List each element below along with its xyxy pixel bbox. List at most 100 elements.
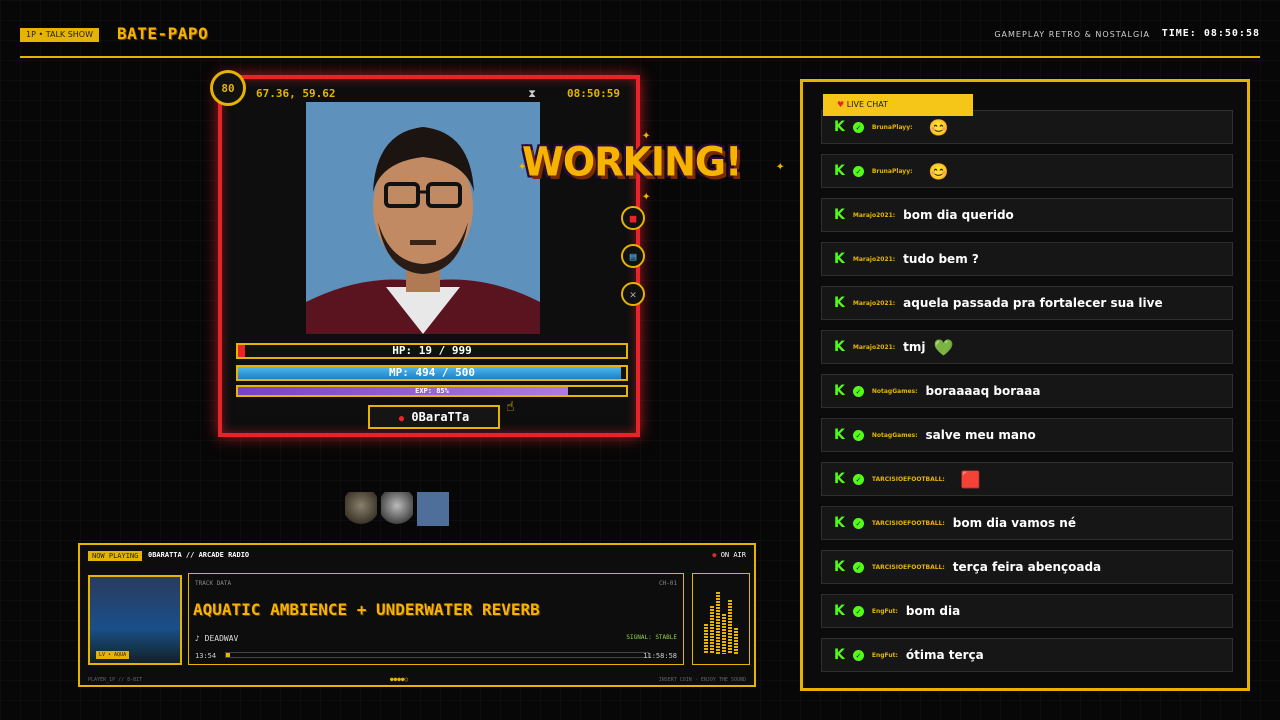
chat-text: bom dia vamos né — [952, 516, 1076, 530]
mp-label: MP: 494 / 500 — [388, 366, 476, 379]
channel-label: CH-01 — [658, 580, 677, 587]
chat-text: tmj — [903, 340, 926, 354]
chat-username: Marajo2021: — [852, 299, 896, 307]
verified-check-icon: ✓ — [852, 561, 864, 573]
kick-icon: K — [834, 647, 845, 663]
sparkle-icon: ✦ — [642, 127, 651, 143]
kick-icon: K — [834, 339, 845, 355]
avatar-portrait — [306, 102, 540, 334]
chat-text: ótima terça — [905, 648, 984, 662]
radio-title: 0BARATTA // ARCADE RADIO — [148, 551, 250, 559]
total-time: 11:58:58 — [643, 652, 677, 660]
kick-icon: K — [834, 251, 845, 267]
chat-message: K ✓ NotagGames: salve meu mano — [821, 418, 1233, 452]
chat-username: NotagGames: — [871, 387, 918, 395]
kick-icon: K — [834, 515, 845, 531]
footer-dots: ●●●●○ — [390, 676, 409, 683]
now-playing-tag: NOW PLAYING — [88, 551, 143, 561]
player-name: 0BaraTTa — [411, 410, 470, 424]
lock-icon[interactable]: ■ — [621, 206, 645, 230]
sparkle-icon: ✦ — [776, 158, 785, 174]
album-label: LV • AQUA — [96, 651, 130, 659]
kick-icon: K — [834, 207, 845, 223]
exp-label: EXP: 85% — [415, 387, 449, 395]
player-card: 80 67.36, 59.62 ⧗ 08:50:59 HP: 19 / 999 … — [210, 70, 640, 437]
signal-status: SIGNAL: STABLE — [626, 634, 677, 641]
chat-username: EngFut: — [871, 607, 898, 615]
verified-check-icon: ✓ — [852, 121, 864, 133]
kick-icon: K — [834, 427, 845, 443]
kick-icon: K — [834, 559, 845, 575]
artist: ♪ DEADWAV — [195, 634, 239, 643]
level-badge: 80 — [210, 70, 246, 106]
chat-text: salve meu mano — [925, 428, 1036, 442]
pointer-hand-icon: ☝ — [506, 399, 515, 415]
chat-text: terça feira abençoada — [952, 560, 1102, 574]
exp-bar: EXP: 85% — [236, 385, 628, 397]
chat-message: K Marajo2021: bom dia querido — [821, 198, 1233, 232]
verified-check-icon: ✓ — [852, 517, 864, 529]
verified-check-icon: ✓ — [852, 605, 864, 617]
music-player: NOW PLAYING 0BARATTA // ARCADE RADIO ● O… — [78, 543, 756, 687]
verified-check-icon: ✓ — [852, 649, 864, 661]
progress-bar[interactable] — [225, 652, 649, 658]
kick-icon: K — [834, 295, 845, 311]
record-dot-icon: ● — [712, 551, 721, 559]
footer-left: PLAYER_1P // 8-BIT — [88, 677, 143, 683]
chat-username: TARCISIOEFOOTBALL: — [871, 563, 945, 571]
chat-emoji: 🟥 — [960, 469, 981, 489]
track-box: TRACK DATA CH-01 AQUATIC AMBIENCE + UNDE… — [188, 573, 684, 665]
chat-username: BrunaPlayy: — [871, 167, 913, 175]
track-title: AQUATIC AMBIENCE + UNDERWATER REVERB — [193, 600, 540, 619]
live-chat-panel: K ✓ BrunaPlayy: 😊 K ✓ BrunaPlayy: 😊 K Marajo2021:… — [800, 79, 1250, 691]
verified-check-icon: ✓ — [852, 473, 864, 485]
chat-text: bom dia querido — [903, 208, 1014, 222]
close-icon[interactable]: ✕ — [621, 282, 645, 306]
show-subtitle: GAMEPLAY RETRO & NOSTALGIA — [994, 30, 1150, 39]
live-chat-label: LIVE CHAT — [846, 100, 888, 109]
chat-message: K ✓ TARCISIOEFOOTBALL: 🟥 — [821, 462, 1233, 496]
chat-message: K ✓ NotagGames: boraaaaq boraaa — [821, 374, 1233, 408]
record-dot-icon: ● — [398, 414, 405, 424]
chat-text: boraaaaq boraaa — [925, 384, 1041, 398]
album-art: LV • AQUA — [88, 575, 182, 665]
chat-username: BrunaPlayy: — [871, 123, 913, 131]
top-bar: 1P • TALK SHOW BATE-PAPO GAMEPLAY RETRO … — [20, 22, 1260, 58]
avatar — [381, 492, 413, 526]
coordinates: 67.36, 59.62 — [256, 87, 336, 100]
player-name-button[interactable]: ● 0BaraTTa — [368, 405, 500, 429]
chat-text: aquela passada pra fortalecer sua live — [903, 296, 1163, 310]
chat-username: TARCISIOEFOOTBALL: — [871, 475, 945, 483]
kick-icon: K — [834, 119, 845, 135]
sparkle-icon: ✦ — [518, 158, 527, 174]
on-air-label: ON AIR — [720, 551, 746, 559]
chat-message: K ✓ EngFut: ótima terça — [821, 638, 1233, 672]
live-chat-tab[interactable]: ♥ LIVE CHAT — [823, 94, 973, 116]
chat-username: Marajo2021: — [852, 211, 896, 219]
elapsed-time: 13:54 — [195, 652, 217, 660]
avatar — [345, 492, 377, 526]
chat-text: bom dia — [905, 604, 961, 618]
book-icon[interactable]: ▤ — [621, 244, 645, 268]
progress-fill — [226, 653, 231, 657]
hp-label: HP: 19 / 999 — [392, 344, 472, 357]
kick-icon: K — [834, 471, 845, 487]
chat-username: Marajo2021: — [852, 343, 896, 351]
verified-check-icon: ✓ — [852, 385, 864, 397]
working-badge: WORKING! — [522, 138, 742, 186]
avatar — [417, 492, 449, 526]
chat-emoji: 😊 — [928, 161, 949, 181]
chat-text: tudo bem ? — [903, 252, 979, 266]
hourglass-icon: ⧗ — [528, 87, 536, 100]
vu-meter — [692, 573, 750, 665]
viewer-avatars — [345, 492, 449, 526]
kick-icon: K — [834, 163, 845, 179]
chat-username: TARCISIOEFOOTBALL: — [871, 519, 945, 527]
heart-icon: ♥ — [837, 100, 847, 109]
hp-bar: HP: 19 / 999 — [236, 343, 628, 359]
chat-message: K Marajo2021: tmj 💚 — [821, 330, 1233, 364]
verified-check-icon: ✓ — [852, 165, 864, 177]
footer-right: INSERT COIN · ENJOY THE SOUND — [658, 677, 746, 683]
chat-message: K ✓ TARCISIOEFOOTBALL: terça feira abençoad… — [821, 550, 1233, 584]
sparkle-icon: ✦ — [642, 188, 651, 204]
